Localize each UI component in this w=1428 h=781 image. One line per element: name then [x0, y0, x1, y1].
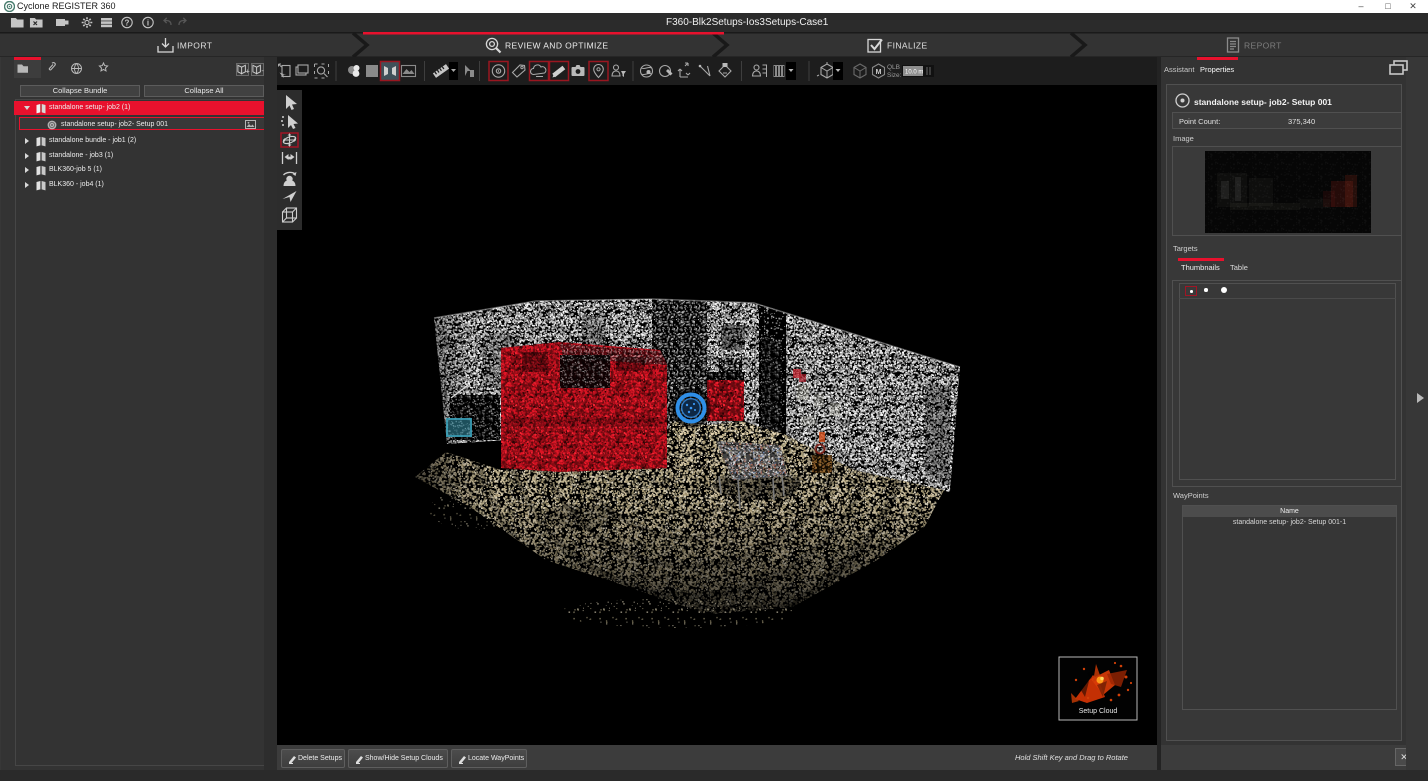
svg-text:?: ?: [125, 18, 130, 27]
svg-text:FINALIZE: FINALIZE: [887, 41, 928, 51]
svg-text:10.0 m: 10.0 m: [905, 70, 923, 76]
svg-text:M: M: [876, 69, 882, 76]
svg-text:Setup Cloud: Setup Cloud: [1079, 708, 1118, 715]
svg-text:Size:: Size:: [887, 72, 902, 79]
svg-text:REVIEW AND OPTIMIZE: REVIEW AND OPTIMIZE: [505, 41, 608, 51]
svg-text:+: +: [245, 67, 250, 76]
svg-text:QLB: QLB: [887, 64, 900, 71]
svg-text:REPORT: REPORT: [1244, 41, 1282, 51]
svg-text:i: i: [147, 18, 149, 27]
svg-text:IMPORT: IMPORT: [177, 41, 212, 51]
